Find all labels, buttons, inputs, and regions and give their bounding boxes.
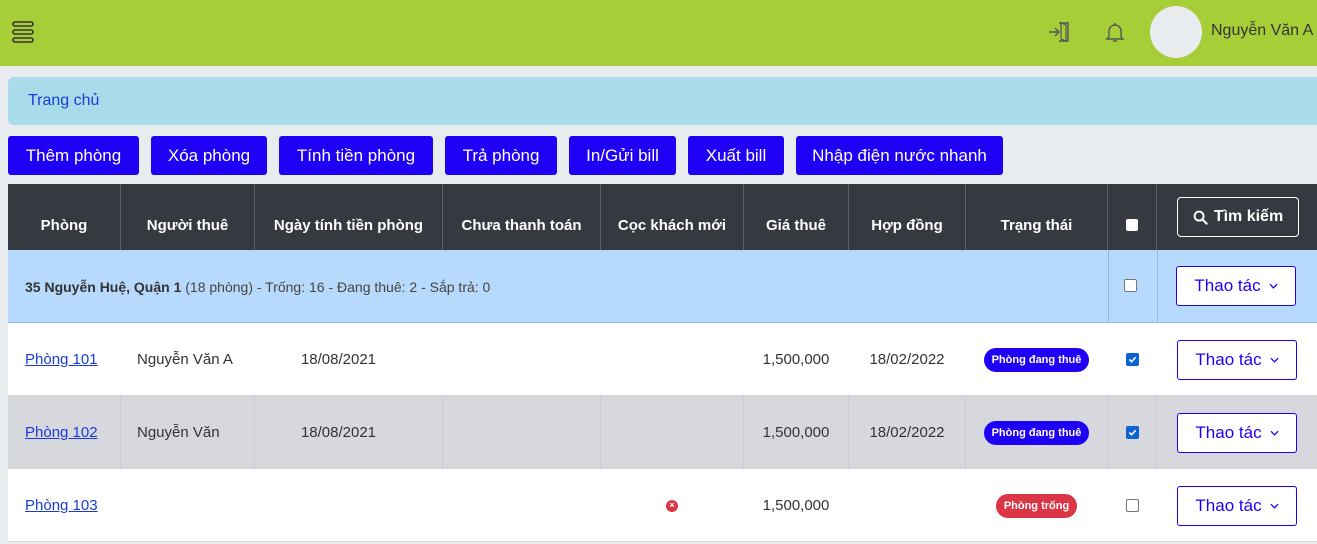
room-link[interactable]: Phòng 101	[25, 351, 98, 368]
search-button[interactable]: Tìm kiếm	[1177, 197, 1299, 237]
breadcrumb: Trang chủ	[8, 77, 1317, 125]
row-action-button[interactable]: Thao tác	[1177, 339, 1297, 380]
tenant-cell: Nguyễn Văn A	[137, 351, 233, 368]
action-label: Thao tác	[1194, 276, 1261, 295]
search-label: Tìm kiếm	[1213, 208, 1284, 225]
print-bill-button[interactable]: In/Gửi bill	[569, 136, 676, 175]
search-icon	[1193, 210, 1208, 225]
avatar[interactable]	[1150, 6, 1202, 58]
table-row: Phòng 103 × 1,500,000 Phòng trống Thao t…	[8, 469, 1317, 542]
table-row: Phòng 102 Nguyễn Văn 18/08/2021 1,500,00…	[8, 396, 1317, 469]
delete-room-button[interactable]: Xóa phòng	[151, 136, 267, 175]
status-badge: Phòng đang thuê	[983, 347, 1090, 372]
top-bar: Nguyễn Văn A	[0, 0, 1317, 66]
price-cell: 1,500,000	[762, 497, 830, 514]
group-row: 35 Nguyễn Huệ, Quận 1 (18 phòng) - Trống…	[8, 250, 1317, 323]
calc-rent-button[interactable]: Tính tiền phòng	[279, 136, 433, 175]
action-label: Thao tác	[1195, 349, 1262, 369]
bill-date-cell	[255, 469, 443, 542]
quick-input-button[interactable]: Nhập điện nước nhanh	[796, 136, 1003, 175]
room-link[interactable]: Phòng 103	[25, 497, 98, 514]
col-deposit: Cọc khách mới	[601, 184, 744, 250]
col-contract: Hợp đồng	[849, 184, 966, 250]
chevron-down-icon	[1270, 503, 1279, 509]
breadcrumb-home-link[interactable]: Trang chủ	[28, 92, 99, 110]
col-room: Phòng	[8, 184, 121, 250]
table-header: Phòng Người thuê Ngày tính tiền phòng Ch…	[8, 184, 1317, 250]
unpaid-cell	[443, 396, 601, 469]
row-checkbox[interactable]	[1125, 353, 1139, 366]
chevron-down-icon	[1269, 283, 1278, 289]
room-link[interactable]: Phòng 102	[25, 424, 98, 441]
deposit-cell	[601, 323, 744, 396]
checkmark-icon	[1128, 429, 1136, 436]
bill-date-cell: 18/08/2021	[255, 396, 443, 469]
add-room-button[interactable]: Thêm phòng	[8, 136, 139, 175]
col-price: Giá thuê	[744, 184, 849, 250]
tenant-cell	[121, 469, 255, 542]
col-unpaid: Chưa thanh toán	[443, 184, 601, 250]
row-action-button[interactable]: Thao tác	[1177, 412, 1297, 453]
user-name[interactable]: Nguyễn Văn A	[1211, 22, 1313, 40]
group-action-button[interactable]: Thao tác	[1176, 266, 1296, 306]
row-checkbox[interactable]	[1125, 499, 1139, 512]
col-tenant: Người thuê	[121, 184, 255, 250]
logout-icon[interactable]	[1047, 20, 1073, 44]
col-status: Trạng thái	[966, 184, 1108, 250]
action-label: Thao tác	[1195, 495, 1262, 515]
contract-cell: 18/02/2022	[849, 396, 966, 469]
col-select	[1108, 184, 1157, 250]
col-bill-date: Ngày tính tiền phòng	[255, 184, 443, 250]
group-stats: (18 phòng) - Trống: 16 - Đang thuê: 2 - …	[181, 279, 491, 295]
action-label: Thao tác	[1195, 422, 1262, 442]
price-cell: 1,500,000	[744, 396, 849, 469]
group-summary: 35 Nguyễn Huệ, Quận 1 (18 phòng) - Trống…	[25, 279, 490, 295]
return-room-button[interactable]: Trả phòng	[445, 136, 557, 175]
row-action-button[interactable]: Thao tác	[1177, 485, 1297, 526]
unpaid-cell	[443, 469, 601, 542]
bill-date-cell: 18/08/2021	[300, 351, 377, 368]
bell-icon[interactable]	[1103, 20, 1127, 44]
x-circle-icon: ×	[666, 499, 678, 512]
select-all-checkbox[interactable]	[1126, 219, 1138, 231]
deposit-cell	[601, 396, 744, 469]
deposit-cell: ×	[601, 469, 744, 542]
group-name: 35 Nguyễn Huệ, Quận 1	[25, 279, 182, 295]
chevron-down-icon	[1270, 357, 1279, 363]
contract-cell	[849, 469, 966, 542]
tenant-cell: Nguyễn Văn	[121, 396, 255, 469]
status-badge: Phòng trống	[995, 493, 1078, 518]
table-row: Phòng 101 Nguyễn Văn A 18/08/2021 1,500,…	[8, 323, 1317, 396]
group-checkbox[interactable]	[1124, 279, 1137, 292]
status-badge: Phòng đang thuê	[983, 420, 1090, 445]
menu-icon[interactable]	[10, 19, 36, 45]
price-cell: 1,500,000	[762, 351, 830, 368]
unpaid-cell	[443, 323, 601, 396]
export-bill-button[interactable]: Xuất bill	[688, 136, 784, 175]
contract-cell: 18/02/2022	[869, 351, 945, 368]
row-checkbox[interactable]	[1125, 426, 1139, 439]
chevron-down-icon	[1270, 430, 1279, 436]
checkmark-icon	[1128, 356, 1136, 363]
